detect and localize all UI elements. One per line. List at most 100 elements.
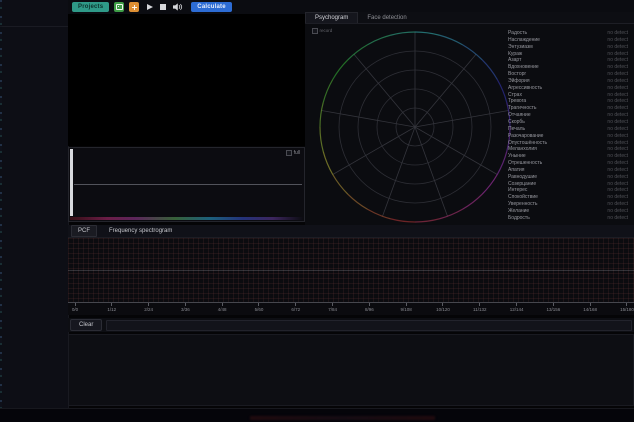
emotion-row: Радостьno detect <box>508 30 628 37</box>
emotion-row: Агрессивность no detect <box>508 85 628 92</box>
psychogram-hue-ring-segment <box>348 194 368 209</box>
emotion-row: Восторгno detect <box>508 71 628 78</box>
emotion-label: Агрессивность <box>508 85 542 92</box>
spectrogram-canvas <box>68 238 634 302</box>
emotion-row: Трагичность no detect <box>508 105 628 112</box>
emotion-label: Опустошённость <box>508 140 547 147</box>
axis-tick: 5/60 <box>253 303 265 315</box>
stop-icon[interactable] <box>160 4 166 10</box>
emotion-row: Меланхолияno detect <box>508 146 628 153</box>
psychogram-hue-ring-segment <box>320 102 323 127</box>
axis-tick: 13/156 <box>547 303 559 315</box>
emotion-value: no detect <box>607 30 628 37</box>
psychogram-spoke <box>354 54 415 127</box>
tab-frequency-spectrogram[interactable]: Frequency spectrogram <box>103 226 178 236</box>
emotion-row: Равнодушие no detect <box>508 174 628 181</box>
tab-pcf[interactable]: PCF <box>71 225 97 237</box>
calculate-button[interactable]: Calculate <box>191 2 231 12</box>
tab-psychogram[interactable]: Psychogram <box>305 12 358 23</box>
emotion-row: Печаль no detect <box>508 126 628 133</box>
play-icon[interactable] <box>147 4 153 10</box>
emotion-label: Кураж <box>508 51 522 58</box>
full-checkbox-group: full <box>286 150 300 156</box>
emotion-value: no detect <box>607 85 628 92</box>
emotion-row: Уверенностьno detect <box>508 201 628 208</box>
emotion-row: Разочарование no detect <box>508 133 628 140</box>
emotion-value: no detect <box>607 187 628 194</box>
video-preview-panel <box>68 14 305 146</box>
psychogram-panel: record Радостьno detectНаслаждениеno det… <box>305 24 634 225</box>
emotion-value: no detect <box>607 153 628 160</box>
psychogram-hue-ring-segment <box>463 194 483 209</box>
emotion-value: no detect <box>607 208 628 215</box>
speaker-icon[interactable] <box>173 3 183 11</box>
tab-face-detection[interactable]: Face detection <box>358 12 415 23</box>
emotion-value: no detect <box>607 112 628 119</box>
emotion-label: Восторг <box>508 71 526 78</box>
clear-button[interactable]: Clear <box>70 319 102 331</box>
psychogram-hue-ring-segment <box>348 45 368 60</box>
waveform-zero-line <box>74 184 302 185</box>
projects-button[interactable]: Projects <box>72 2 109 12</box>
emotion-value: no detect <box>607 201 628 208</box>
emotion-label: Наслаждение <box>508 37 540 44</box>
open-image-button[interactable] <box>114 2 124 12</box>
spectrogram-x-axis: 0/01/122/243/364/485/606/727/848/969/108… <box>68 302 634 315</box>
full-checkbox[interactable] <box>286 150 292 156</box>
emotion-label: Трагичность <box>508 105 537 112</box>
emotion-label: Созерцание <box>508 181 536 188</box>
emotion-row: Азартno detect <box>508 57 628 64</box>
waveform-spectrum-strip <box>70 217 303 220</box>
emotion-label: Печаль <box>508 126 525 133</box>
psychogram-spoke <box>321 111 415 127</box>
emotion-row: Тревогаno detect <box>508 98 628 105</box>
emotion-row: Апатияno detect <box>508 167 628 174</box>
emotion-row: Энтузиазмno detect <box>508 44 628 51</box>
emotion-value: no detect <box>607 51 628 58</box>
bottom-bar-artifact <box>250 416 435 420</box>
axis-tick: 14/168 <box>584 303 596 315</box>
emotion-value: no detect <box>607 126 628 133</box>
emotion-label: Разочарование <box>508 133 543 140</box>
emotion-value: no detect <box>607 44 628 51</box>
waveform-playhead[interactable] <box>70 149 73 216</box>
emotion-row: Эйфорияno detect <box>508 78 628 85</box>
axis-tick: 6/72 <box>290 303 302 315</box>
psychogram-hue-ring-segment <box>323 80 332 103</box>
emotion-label: Тревога <box>508 98 526 105</box>
log-panel <box>68 334 634 406</box>
emotion-label: Бодрость <box>508 215 530 222</box>
emotion-row: Желание no detect <box>508 208 628 215</box>
emotion-row: Отчаяниеno detect <box>508 112 628 119</box>
sidebar-edge-texture <box>0 0 2 408</box>
emotion-value: no detect <box>607 215 628 222</box>
emotion-value: no detect <box>607 174 628 181</box>
emotion-row: Созерцаниеno detect <box>508 181 628 188</box>
emotion-row: Страхno detect <box>508 92 628 99</box>
psychogram-hue-ring-segment <box>333 60 348 80</box>
psychogram-hue-ring-segment <box>368 35 391 44</box>
spectrogram-midline <box>68 270 634 271</box>
emotion-row: Отрешенностьno detect <box>508 160 628 167</box>
sidebar-header <box>0 0 68 27</box>
emotion-value: no detect <box>607 92 628 99</box>
log-input[interactable] <box>106 320 632 331</box>
emotion-value: no detect <box>607 37 628 44</box>
emotion-label: Желание <box>508 208 529 215</box>
psychogram-spoke <box>415 111 509 127</box>
emotion-label: Спокойствие <box>508 194 538 201</box>
emotion-row: Спокойствиеno detect <box>508 194 628 201</box>
transport-controls <box>147 3 183 11</box>
psychogram-radar-chart <box>313 29 517 225</box>
audio-waveform-panel[interactable]: full <box>68 147 305 222</box>
emotion-label: Равнодушие <box>508 174 537 181</box>
emotion-value: no detect <box>607 133 628 140</box>
add-source-button[interactable] <box>129 2 139 12</box>
emotion-value: no detect <box>607 160 628 167</box>
emotion-label: Уныние <box>508 153 526 160</box>
emotion-value: no detect <box>607 140 628 147</box>
axis-tick: 12/144 <box>511 303 523 315</box>
emotion-value: no detect <box>607 105 628 112</box>
right-panel-tabbar: Psychogram Face detection <box>305 12 634 24</box>
psychogram-hue-ring-segment <box>497 152 506 175</box>
